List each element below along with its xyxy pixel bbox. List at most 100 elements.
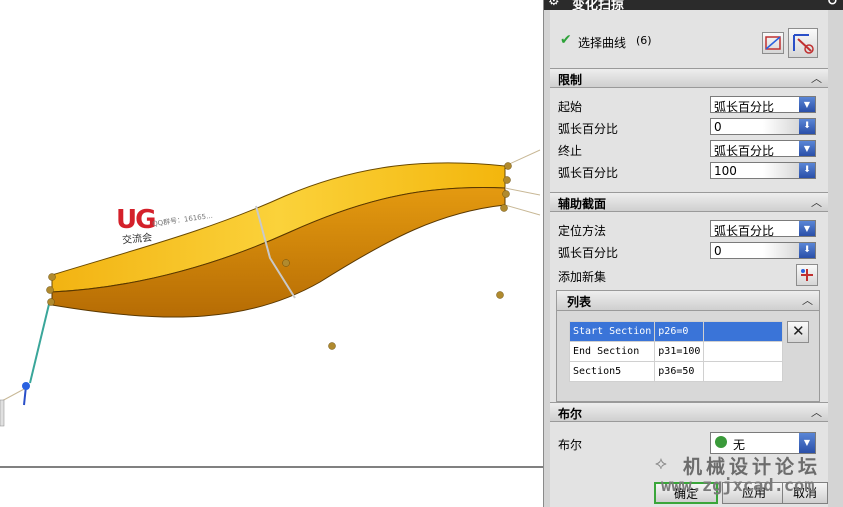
list-title: 列表 bbox=[567, 295, 592, 309]
point-handle bbox=[496, 291, 504, 299]
end-pct-input[interactable]: 100 ⬇ bbox=[710, 162, 816, 179]
aux-pct-row: 弧长百分比 0 ⬇ bbox=[550, 240, 828, 262]
aux-section-header[interactable]: 辅助截面 ︿ bbox=[550, 192, 828, 212]
left-marker bbox=[0, 399, 5, 427]
aux-pct-label: 弧长百分比 bbox=[558, 246, 619, 260]
sweep-dialog: ⚙ 变化扫掠 ↺ ✔ 选择曲线 (6) 限制 ︿ 起始 弧长百分比 ▼ 弧长百分… bbox=[543, 0, 843, 507]
vector-stem bbox=[29, 299, 51, 384]
list-item-name: Start Section bbox=[568, 321, 656, 342]
add-set-button[interactable] bbox=[796, 264, 818, 286]
list-header[interactable]: 列表 ︿ bbox=[557, 291, 819, 311]
aux-section-title: 辅助截面 bbox=[558, 197, 607, 211]
section-select-button[interactable] bbox=[788, 28, 818, 58]
dialog-title: 变化扫掠 bbox=[572, 0, 625, 10]
curve-icon bbox=[765, 36, 781, 50]
curve-select-button[interactable] bbox=[762, 32, 784, 54]
locate-label: 定位方法 bbox=[558, 224, 607, 238]
boolean-label: 布尔 bbox=[558, 438, 583, 452]
graphics-viewport[interactable]: UG 交流会 QQ群号：16165... bbox=[0, 0, 543, 507]
start-row: 起始 弧长百分比 ▼ bbox=[550, 94, 828, 116]
point-handle bbox=[48, 273, 56, 281]
start-pct-row: 弧长百分比 0 ⬇ bbox=[550, 116, 828, 138]
list-item-name: Section5 bbox=[568, 361, 656, 382]
limits-title: 限制 bbox=[558, 73, 583, 87]
aux-pct-value: 0 bbox=[714, 244, 722, 258]
chevron-down-icon[interactable]: ▼ bbox=[799, 221, 815, 236]
sweep-model[interactable] bbox=[0, 0, 543, 507]
end-combo-value: 弧长百分比 bbox=[714, 144, 775, 158]
field-shade bbox=[763, 163, 799, 178]
start-combo[interactable]: 弧长百分比 ▼ bbox=[710, 96, 816, 114]
locate-row: 定位方法 弧长百分比 ▼ bbox=[550, 218, 828, 240]
watermark-line2: www.zgjxcad.com bbox=[661, 476, 815, 496]
end-pct-value: 100 bbox=[714, 164, 737, 178]
end-pct-label: 弧长百分比 bbox=[558, 166, 619, 180]
list-item-param: p36=50 bbox=[654, 361, 705, 382]
list-item-blank bbox=[703, 321, 783, 342]
section-list[interactable]: Start Section p26=0 End Section p31=100 … bbox=[568, 321, 783, 382]
end-combo[interactable]: 弧长百分比 ▼ bbox=[710, 140, 816, 158]
gear-icon[interactable]: ⚙ bbox=[548, 0, 560, 9]
list-item-blank bbox=[703, 341, 783, 362]
collapse-icon[interactable]: ︿ bbox=[811, 194, 822, 210]
start-combo-value: 弧长百分比 bbox=[714, 100, 775, 114]
plus-icon bbox=[801, 269, 813, 281]
list-item-param: p31=100 bbox=[654, 341, 705, 362]
forum-watermark: ⟡ 机械设计论坛 www.zgjxcad.com bbox=[655, 450, 843, 507]
locate-combo-value: 弧长百分比 bbox=[714, 224, 775, 238]
chevron-down-icon[interactable]: ▼ bbox=[799, 141, 815, 156]
arrow-down-icon[interactable]: ⬇ bbox=[799, 119, 815, 134]
selection-label: 选择曲线 bbox=[578, 36, 627, 50]
end-pct-row: 弧长百分比 100 ⬇ bbox=[550, 160, 828, 182]
field-shade bbox=[763, 119, 799, 134]
collapse-icon[interactable]: ︿ bbox=[811, 404, 822, 420]
dialog-titlebar[interactable]: ⚙ 变化扫掠 ↺ bbox=[544, 0, 843, 10]
boolean-title: 布尔 bbox=[558, 407, 583, 421]
delete-button[interactable]: ✕ bbox=[787, 321, 809, 343]
check-icon: ✔ bbox=[560, 32, 572, 48]
start-pct-value: 0 bbox=[714, 120, 722, 134]
point-handle bbox=[282, 259, 290, 267]
locate-combo[interactable]: 弧长百分比 ▼ bbox=[710, 220, 816, 238]
point-handle bbox=[500, 204, 508, 212]
start-label: 起始 bbox=[558, 100, 583, 114]
arrow-down-icon[interactable]: ⬇ bbox=[799, 163, 815, 178]
point-handle bbox=[328, 342, 336, 350]
watermark-logo-icon: ⟡ bbox=[655, 453, 667, 474]
selection-count: (6) bbox=[636, 34, 652, 47]
list-group: 列表 ︿ Start Section p26=0 End Section p31… bbox=[556, 290, 820, 402]
section-icon bbox=[793, 34, 814, 54]
vector-origin bbox=[22, 382, 30, 390]
selection-row[interactable]: ✔ 选择曲线 (6) bbox=[550, 28, 828, 58]
point-handle bbox=[46, 286, 54, 294]
add-set-row: 添加新集 bbox=[550, 264, 828, 286]
list-item[interactable]: Section5 p36=50 bbox=[568, 361, 783, 382]
start-pct-input[interactable]: 0 ⬇ bbox=[710, 118, 816, 135]
list-item-name: End Section bbox=[568, 341, 656, 362]
point-handle bbox=[47, 298, 55, 306]
list-item-blank bbox=[703, 361, 783, 382]
watermark-line1: 机械设计论坛 bbox=[683, 456, 822, 478]
point-handle bbox=[503, 176, 511, 184]
start-pct-label: 弧长百分比 bbox=[558, 122, 619, 136]
boolean-header[interactable]: 布尔 ︿ bbox=[550, 402, 828, 422]
boolean-none-icon bbox=[715, 436, 727, 448]
collapse-icon[interactable]: ︿ bbox=[811, 70, 822, 86]
chevron-down-icon[interactable]: ▼ bbox=[799, 97, 815, 112]
point-handle bbox=[502, 190, 510, 198]
reset-icon[interactable]: ↺ bbox=[827, 0, 838, 9]
collapse-icon[interactable]: ︿ bbox=[802, 292, 813, 308]
aux-pct-input[interactable]: 0 ⬇ bbox=[710, 242, 816, 259]
field-shade bbox=[763, 243, 799, 258]
arrow-down-icon[interactable]: ⬇ bbox=[799, 243, 815, 258]
limits-header[interactable]: 限制 ︿ bbox=[550, 68, 828, 88]
list-item[interactable]: End Section p31=100 bbox=[568, 341, 783, 362]
add-set-label: 添加新集 bbox=[558, 270, 607, 284]
end-row: 终止 弧长百分比 ▼ bbox=[550, 138, 828, 160]
dialog-body: ✔ 选择曲线 (6) 限制 ︿ 起始 弧长百分比 ▼ 弧长百分比 0 ⬇ 终止 … bbox=[550, 10, 828, 507]
close-icon: ✕ bbox=[792, 322, 805, 340]
list-item[interactable]: Start Section p26=0 bbox=[568, 321, 783, 342]
end-label: 终止 bbox=[558, 144, 583, 158]
point-handle bbox=[504, 162, 512, 170]
list-item-param: p26=0 bbox=[654, 321, 705, 342]
